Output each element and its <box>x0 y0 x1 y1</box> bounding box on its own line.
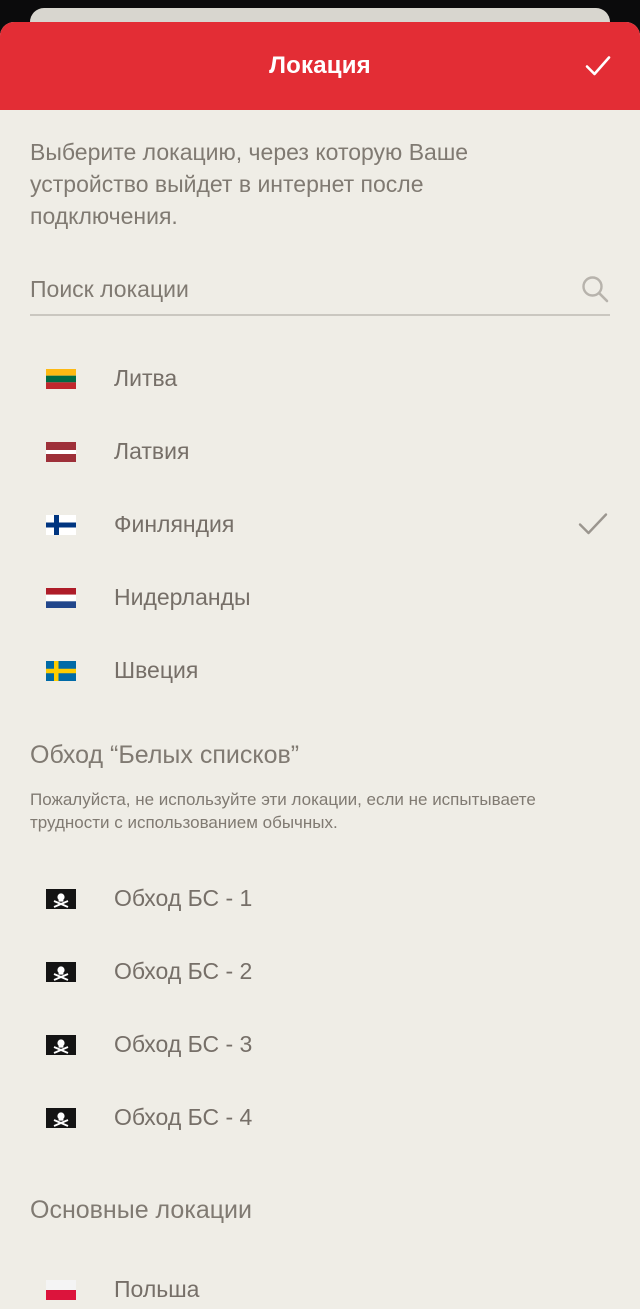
location-item-bypass-4[interactable]: Обход БС - 4 <box>30 1081 610 1154</box>
search-bar <box>30 264 610 316</box>
location-label: Польша <box>114 1276 200 1302</box>
location-item-lithuania[interactable]: Литва <box>30 342 610 415</box>
search-input[interactable] <box>30 269 550 309</box>
location-item-latvia[interactable]: Латвия <box>30 415 610 488</box>
confirm-button[interactable] <box>578 46 618 86</box>
location-label: Латвия <box>114 438 190 464</box>
poland-flag-icon <box>46 1279 76 1300</box>
location-label: Финляндия <box>114 511 235 537</box>
location-label: Обход БС - 2 <box>114 958 253 984</box>
pirate-flag-icon <box>46 888 76 909</box>
pirate-flag-icon <box>46 1034 76 1055</box>
lithuania-flag-icon <box>46 368 76 389</box>
location-item-bypass-1[interactable]: Обход БС - 1 <box>30 862 610 935</box>
checkmark-icon <box>585 56 611 76</box>
main-location-list: Польша <box>30 1253 610 1309</box>
modal-content: Выберите локацию, через которую Ваше уст… <box>0 136 640 1309</box>
description-text: Выберите локацию, через которую Ваше уст… <box>30 139 469 229</box>
location-item-bypass-3[interactable]: Обход БС - 3 <box>30 1008 610 1081</box>
finland-flag-icon <box>46 514 76 535</box>
sweden-flag-icon <box>46 660 76 681</box>
location-label: Обход БС - 3 <box>114 1031 253 1057</box>
bypass-section-title: Обход “Белых списков” <box>30 741 300 769</box>
location-list: Литва Латвия Финляндия Нидерланды Швеция <box>30 342 610 707</box>
bypass-section-note: Пожалуйста, не используйте эти локации, … <box>30 790 536 832</box>
location-label: Обход БС - 1 <box>114 885 253 911</box>
location-item-bypass-2[interactable]: Обход БС - 2 <box>30 935 610 1008</box>
location-label: Обход БС - 4 <box>114 1104 253 1130</box>
pirate-flag-icon <box>46 961 76 982</box>
location-item-sweden[interactable]: Швеция <box>30 634 610 707</box>
location-item-netherlands[interactable]: Нидерланды <box>30 561 610 634</box>
location-label: Швеция <box>114 657 199 683</box>
latvia-flag-icon <box>46 441 76 462</box>
location-label: Литва <box>114 365 178 391</box>
location-item-finland[interactable]: Финляндия <box>30 488 610 561</box>
netherlands-flag-icon <box>46 587 76 608</box>
location-label: Нидерланды <box>114 584 251 610</box>
bypass-location-list: Обход БС - 1 Обход БС - 2 Обход БС - 3 О… <box>30 862 610 1154</box>
main-section-title: Основные локации <box>30 1196 252 1224</box>
page-title: Локация <box>269 52 371 79</box>
selected-checkmark-icon <box>578 513 608 535</box>
modal-header: Локация <box>0 22 640 110</box>
pirate-flag-icon <box>46 1107 76 1128</box>
location-modal: Локация Выберите локацию, через которую … <box>0 22 640 1309</box>
search-icon[interactable] <box>580 274 610 304</box>
location-item-poland[interactable]: Польша <box>30 1253 610 1309</box>
